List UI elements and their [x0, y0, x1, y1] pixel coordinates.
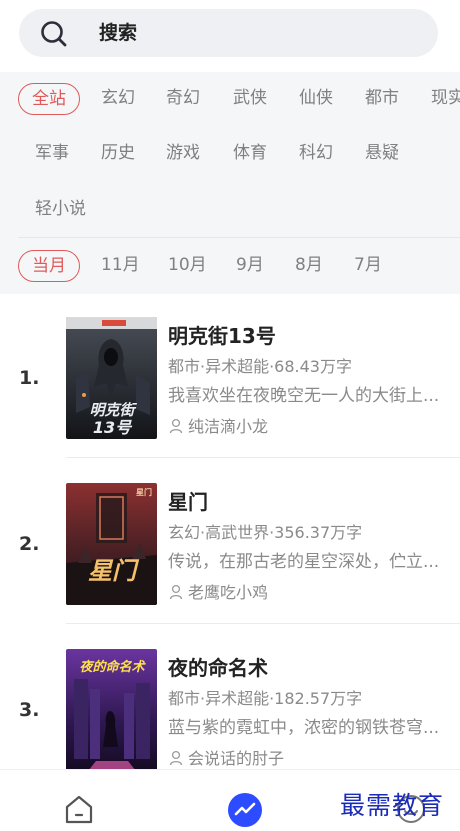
book-meta: 都市·异术超能·68.43万字 — [168, 357, 352, 376]
book-author-name: 会说话的肘子 — [188, 749, 285, 768]
book-rank: 2. — [19, 533, 40, 555]
category-chip[interactable]: 轻小说 — [35, 194, 86, 226]
svg-text:夜的命名术: 夜的命名术 — [79, 659, 146, 675]
book-author: 老鹰吃小鸡 — [168, 579, 268, 603]
book-author-name: 老鹰吃小鸡 — [188, 583, 269, 602]
user-icon — [169, 750, 183, 766]
book-cover: 夜的命名术 — [66, 649, 157, 771]
month-chip[interactable]: 8月 — [295, 250, 323, 282]
book-description: 蓝与紫的霓虹中，浓密的钢铁苍穹... — [168, 718, 440, 738]
book-title: 夜的命名术 — [168, 656, 268, 680]
category-chip[interactable]: 体育 — [233, 138, 267, 170]
book-title: 星门 — [168, 490, 208, 514]
list-divider — [66, 623, 460, 624]
category-chip[interactable]: 武侠 — [233, 83, 267, 115]
filter-divider — [18, 237, 460, 238]
month-chip[interactable]: 10月 — [168, 250, 207, 282]
book-cover: 明克街 13号 — [66, 317, 157, 439]
category-chip[interactable]: 科幻 — [299, 138, 333, 170]
category-chip[interactable]: 现实 — [431, 83, 460, 115]
search-area: 搜索 — [0, 0, 460, 72]
category-chip[interactable]: 仙侠 — [299, 83, 333, 115]
category-chip[interactable]: 悬疑 — [365, 138, 399, 170]
category-chip[interactable]: 奇幻 — [166, 83, 200, 115]
book-author-name: 纯洁滴小龙 — [188, 417, 269, 436]
search-icon — [41, 21, 67, 47]
trending-icon[interactable] — [227, 792, 263, 828]
user-icon — [169, 584, 183, 600]
book-item[interactable]: 2. 星门 星门 星门 玄幻·高武世界·356.37万字 传说，在那古老的星空深… — [0, 483, 460, 649]
search-bar[interactable]: 搜索 — [19, 9, 438, 57]
book-title: 明克街13号 — [168, 324, 276, 348]
book-description: 传说，在那古老的星空深处，伫立... — [168, 552, 440, 572]
category-chip[interactable]: 都市 — [365, 83, 399, 115]
filter-panel: 全站 玄幻 奇幻 武侠 仙侠 都市 现实 军事 历史 游戏 体育 科幻 悬疑 轻… — [0, 72, 460, 294]
search-label: 搜索 — [99, 22, 138, 44]
home-icon[interactable] — [62, 792, 96, 826]
book-cover: 星门 星门 — [66, 483, 157, 605]
month-chip[interactable]: 11月 — [101, 250, 140, 282]
book-rank: 3. — [19, 699, 40, 721]
month-chip[interactable]: 9月 — [236, 250, 264, 282]
book-description: 我喜欢坐在夜晚空无一人的大街上... — [168, 386, 440, 406]
list-divider — [66, 457, 460, 458]
category-chip-all[interactable]: 全站 — [18, 83, 80, 115]
month-chip-current[interactable]: 当月 — [18, 250, 80, 282]
book-meta: 都市·异术超能·182.57万字 — [168, 689, 363, 708]
book-rank: 1. — [19, 367, 40, 389]
svg-text:明克街: 明克街 — [89, 401, 137, 419]
book-item[interactable]: 1. 明克街 13号 明克街13号 都市·异术超能·68.43万字 我喜欢坐在夜… — [0, 317, 460, 483]
watermark: 最需教育 — [340, 791, 445, 820]
category-chip[interactable]: 军事 — [35, 138, 69, 170]
book-meta: 玄幻·高武世界·356.37万字 — [168, 523, 363, 542]
user-icon — [169, 418, 183, 434]
svg-text:星门: 星门 — [136, 487, 152, 497]
category-chip[interactable]: 玄幻 — [101, 83, 135, 115]
book-author: 会说话的肘子 — [168, 745, 284, 769]
book-author: 纯洁滴小龙 — [168, 413, 268, 437]
category-chip[interactable]: 游戏 — [166, 138, 200, 170]
svg-text:13号: 13号 — [93, 418, 133, 437]
month-chip[interactable]: 7月 — [354, 250, 382, 282]
svg-text:星门: 星门 — [88, 557, 140, 585]
category-chip[interactable]: 历史 — [101, 138, 135, 170]
